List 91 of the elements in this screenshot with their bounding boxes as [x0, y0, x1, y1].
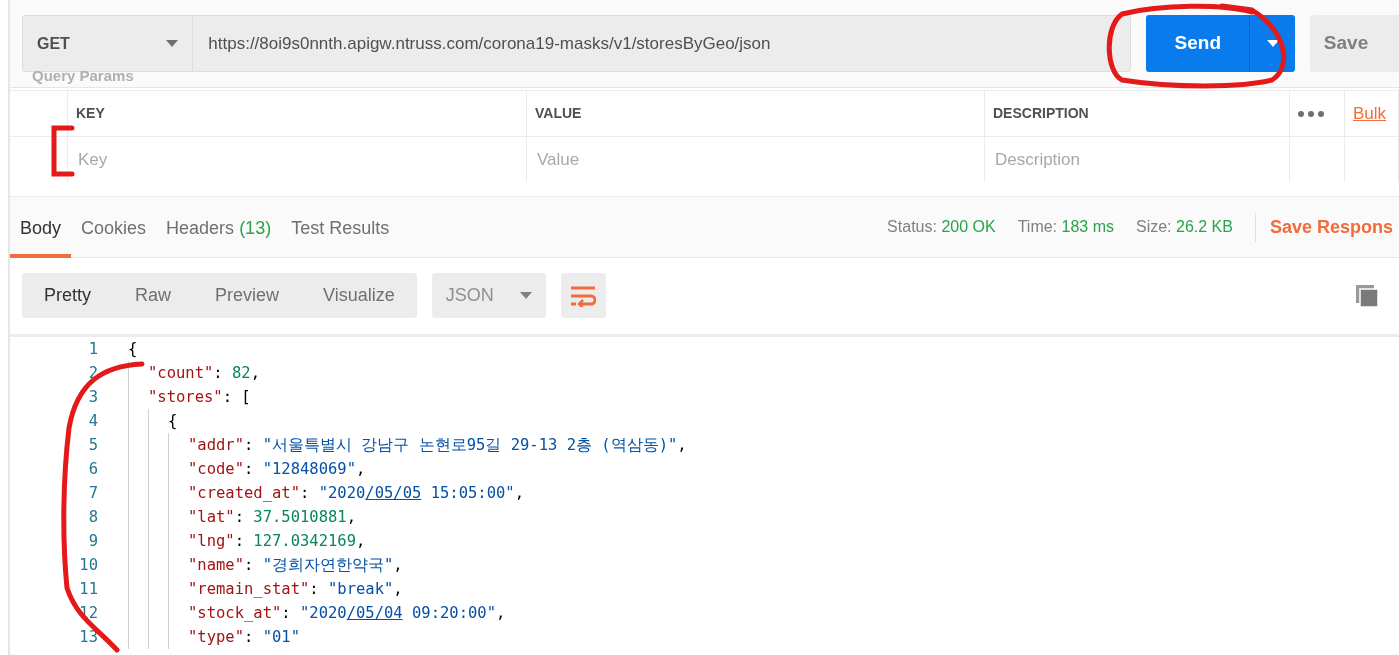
code-token: "서울특별시 강남구 논현로95길 29-13 2층 (역삼동)": [262, 435, 678, 456]
code-token: :: [300, 483, 311, 504]
column-header: DESCRIPTION: [993, 104, 1089, 123]
code-token: "lng": [188, 531, 235, 552]
code-token: "break": [328, 579, 394, 600]
code-token: 82: [232, 363, 251, 384]
line-number: 1: [87, 339, 98, 360]
line-number: 4: [87, 411, 98, 432]
column-header: VALUE: [535, 104, 582, 123]
date-link[interactable]: /05/05: [365, 481, 422, 505]
code-token: "01": [262, 627, 300, 648]
response-tab[interactable]: Cookies: [71, 215, 157, 258]
caret-icon: [166, 39, 179, 48]
code-token: :: [244, 459, 255, 480]
code-token: : [: [222, 387, 251, 408]
line-number: 10: [78, 555, 98, 576]
copy-icon[interactable]: [1355, 283, 1379, 308]
line-number: 6: [87, 459, 98, 480]
more-icon[interactable]: [1298, 110, 1324, 117]
code-token: "stores": [148, 387, 223, 408]
code-token: :: [244, 435, 255, 456]
code-token: ,: [496, 603, 506, 624]
code-token: ,: [677, 435, 687, 456]
code-token: "name": [188, 555, 244, 576]
view-mode-tab[interactable]: Preview: [193, 273, 302, 318]
code-token: "remain_stat": [188, 579, 310, 600]
code-token: "addr": [188, 435, 244, 456]
code-token: ,: [393, 555, 403, 576]
date-link[interactable]: /05/04: [346, 601, 403, 625]
code-token: :: [234, 507, 245, 528]
code-token: "12848069": [262, 459, 356, 480]
code-token: ,: [346, 507, 356, 528]
line-number: 5: [87, 435, 98, 456]
code-token: ,: [356, 459, 366, 480]
code-token: "2020: [300, 603, 347, 624]
status-value: 183 ms: [1061, 218, 1114, 235]
code-token: ,: [250, 363, 260, 384]
line-number: 3: [87, 387, 98, 408]
param-input[interactable]: Description: [993, 145, 1289, 174]
save-response-button[interactable]: Save Respons: [1254, 212, 1399, 242]
code-token: ,: [356, 531, 366, 552]
code-token: :: [244, 555, 255, 576]
caret-icon: [1266, 39, 1279, 48]
code-token: :: [244, 627, 255, 648]
response-tab[interactable]: Headers (13): [156, 215, 282, 258]
status-value: 200 OK: [941, 218, 996, 235]
code-token: 37.5010881: [253, 507, 347, 528]
view-mode-tab[interactable]: Raw: [113, 273, 194, 318]
wrap-icon: [570, 284, 597, 307]
response-tab[interactable]: Body: [10, 215, 72, 258]
send-button[interactable]: Send: [1146, 15, 1250, 72]
code-token: ,: [393, 579, 403, 600]
code-token: 09:20:00": [411, 603, 496, 624]
code-token: :: [309, 579, 320, 600]
status-value: 26.2 KB: [1176, 218, 1233, 235]
view-mode-tab[interactable]: Pretty: [22, 273, 113, 318]
code-token: "created_at": [188, 483, 300, 504]
wrap-lines-button[interactable]: [560, 273, 606, 318]
line-number: 9: [87, 531, 98, 552]
caret-icon: [519, 291, 532, 300]
code-token: 127.0342169: [253, 531, 356, 552]
code-token: :: [213, 363, 224, 384]
code-token: :: [281, 603, 292, 624]
code-token: "code": [188, 459, 244, 480]
code-token: "stock_at": [188, 603, 282, 624]
bulk-edit-link[interactable]: Bulk: [1353, 100, 1387, 127]
method-dropdown[interactable]: GET: [22, 15, 194, 72]
code-token: "경희자연한약국": [262, 555, 394, 576]
code-token: ,: [514, 483, 524, 504]
status-label: Size:: [1135, 218, 1172, 235]
line-number: 11: [78, 579, 98, 600]
url-field[interactable]: https://8oi9s0nnth.apigw.ntruss.com/corona19-masks/v1/storesByGeo/json: [193, 15, 1132, 72]
code-token: "lat": [188, 507, 235, 528]
code-token: :: [234, 531, 245, 552]
code-token: {: [168, 411, 178, 432]
code-token: {: [128, 339, 138, 360]
line-number: 8: [87, 507, 98, 528]
status-label: Time:: [1017, 218, 1058, 235]
code-token: "type": [188, 627, 244, 648]
view-mode-tab[interactable]: Visualize: [301, 273, 417, 318]
format-dropdown[interactable]: JSON: [431, 273, 546, 318]
code-token: 15:05:00": [429, 483, 515, 504]
param-input[interactable]: Value: [535, 145, 984, 174]
response-tab[interactable]: Test Results: [281, 215, 400, 258]
status-label: Status:: [887, 218, 937, 235]
column-header: KEY: [76, 104, 105, 123]
code-token: "count": [148, 363, 214, 384]
line-number: 7: [87, 483, 98, 504]
code-token: "2020: [318, 483, 366, 504]
save-button[interactable]: Save: [1309, 15, 1399, 72]
param-input[interactable]: Key: [76, 145, 526, 174]
